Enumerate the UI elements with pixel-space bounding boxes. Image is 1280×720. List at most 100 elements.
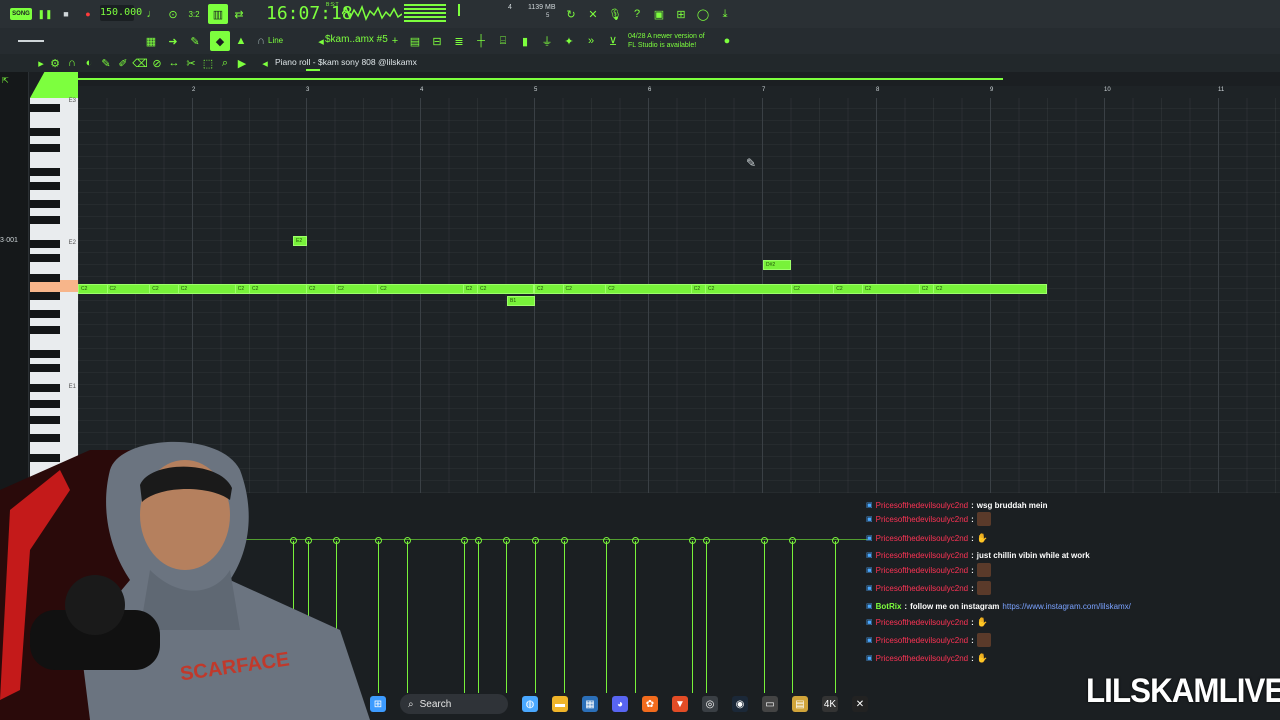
black-key[interactable] [30,168,60,176]
black-key[interactable] [30,350,60,358]
black-key[interactable] [30,104,60,112]
cart-icon[interactable]: ⊻ [606,34,620,48]
chat-username[interactable]: Pricesofthedevilsoulyc2nd [876,551,969,560]
black-key[interactable] [30,416,60,424]
clipboard-icon[interactable]: ▮ [518,34,532,48]
plugin-icon[interactable]: ⊞ [674,7,688,21]
black-key[interactable] [30,216,60,224]
velocity-handle[interactable] [603,537,610,544]
slip-tool-icon[interactable]: ↔ [167,56,181,70]
arrow-right-icon[interactable]: ➜ [166,34,180,48]
velocity-handle[interactable] [503,537,510,544]
note[interactable]: C2 [933,284,1047,294]
chat-username[interactable]: Pricesofthedevilsoulyc2nd [876,566,969,575]
mixer-icon[interactable]: ≣ [452,34,466,48]
countdown-icon[interactable]: 3:2 [187,7,201,21]
store-icon[interactable]: ▦ [582,696,598,712]
play-arrow-icon[interactable]: ▸ [34,56,48,70]
black-key[interactable] [30,254,60,262]
velocity-handle[interactable] [689,537,696,544]
plug-icon[interactable]: ⏚ [540,34,554,48]
black-key[interactable] [30,326,60,334]
help-icon[interactable]: ? [630,7,644,21]
pause-icon[interactable]: ❚❚ [37,6,53,22]
black-key[interactable] [30,128,60,136]
paint-tool-icon[interactable]: ✐ [116,56,130,70]
velocity-handle[interactable] [761,537,768,544]
taskbar-search[interactable]: ⌕ Search [400,694,508,714]
velocity-handle[interactable] [789,537,796,544]
note[interactable]: C2 [477,284,534,294]
chat-username[interactable]: Pricesofthedevilsoulyc2nd [876,654,969,663]
black-key[interactable] [30,182,60,190]
velocity-handle[interactable] [375,537,382,544]
fl-studio-icon[interactable]: ✿ [642,696,658,712]
tempo-display[interactable]: 150.000 [100,5,142,21]
black-key[interactable] [30,200,60,208]
black-key[interactable] [30,364,60,372]
velocity-handle[interactable] [532,537,539,544]
mute-tool-icon[interactable]: ⊘ [150,56,164,70]
4k-icon[interactable]: 4K [822,696,838,712]
velocity-handle[interactable] [632,537,639,544]
save-icon[interactable]: ▣ [652,7,666,21]
update-notice[interactable]: 04/28 A newer version of FL Studio is av… [628,32,705,50]
velocity-stem[interactable] [835,541,836,693]
refresh-icon[interactable]: ↻ [564,7,578,21]
tool-menu-icon[interactable]: ⚙ [48,56,62,70]
folder-icon[interactable]: ▤ [792,696,808,712]
chat-username[interactable]: BotRix [876,602,902,611]
chat-username[interactable]: Pricesofthedevilsoulyc2nd [876,501,969,510]
piano-keyboard[interactable]: E3 E2 E1 [30,98,78,478]
master-pitch-slider[interactable] [18,40,44,42]
velocity-handle[interactable] [832,537,839,544]
draw-tool-icon[interactable]: ✎ [188,34,202,48]
slice-tool-icon[interactable]: ✂ [184,56,198,70]
black-key[interactable] [30,310,60,318]
snap-selector[interactable]: Line [268,36,283,45]
velocity-handle[interactable] [404,537,411,544]
channel-rack-icon[interactable]: ⊟ [430,34,444,48]
mixer-x-icon[interactable]: ✕ [586,7,600,21]
app-icon[interactable]: ▭ [762,696,778,712]
record-icon[interactable]: ● [80,6,96,22]
velocity-stem[interactable] [692,541,693,693]
sidebar-icon[interactable]: ⇱ [2,76,9,85]
stop-icon[interactable]: ■ [58,6,74,22]
overview-strip[interactable] [78,78,1003,80]
black-key[interactable] [30,292,60,300]
note[interactable]: D#2 [763,260,791,270]
playlist-icon[interactable]: ▤ [408,34,422,48]
velocity-stem[interactable] [792,541,793,693]
velocity-stem[interactable] [506,541,507,693]
black-key[interactable] [30,240,60,248]
velocity-stem[interactable] [564,541,565,693]
loop-record-icon[interactable]: ⇄ [232,7,246,21]
windows-start-icon[interactable]: ⊞ [370,696,386,712]
piano-icon[interactable]: ▦ [144,34,158,48]
magnet-tool-icon[interactable]: ∩ [65,56,79,70]
time-display[interactable]: 16:07:18 [266,3,353,24]
speaker-icon[interactable]: ◂ [258,56,272,70]
chat-username[interactable]: Pricesofthedevilsoulyc2nd [876,515,969,524]
snap-icon[interactable]: ◆ [210,31,230,51]
pencil-tool-icon[interactable]: ✎ [99,56,113,70]
wrench-icon[interactable]: ✦ [562,34,576,48]
chat-link[interactable]: https://www.instagram.com/lilskamx/ [1002,602,1130,611]
note[interactable]: B1 [507,296,535,306]
velocity-handle[interactable] [475,537,482,544]
discord-icon[interactable]: ◕ [612,696,628,712]
add-pattern-icon[interactable]: + [388,34,402,48]
velocity-stem[interactable] [635,541,636,693]
velocity-stem[interactable] [764,541,765,693]
chat-username[interactable]: Pricesofthedevilsoulyc2nd [876,636,969,645]
velocity-stem[interactable] [378,541,379,693]
pattern-selector[interactable]: $kam..amx #5 [325,34,388,45]
obs-icon[interactable]: ◎ [702,696,718,712]
edge-icon[interactable]: ◍ [522,696,538,712]
playback-tool-icon[interactable]: ▶ [235,56,249,70]
globe-icon[interactable]: ● [720,34,734,48]
wait-input-icon[interactable]: ⊙ [166,7,180,21]
velocity-stem[interactable] [606,541,607,693]
song-mode-toggle[interactable]: SONG [10,8,32,20]
